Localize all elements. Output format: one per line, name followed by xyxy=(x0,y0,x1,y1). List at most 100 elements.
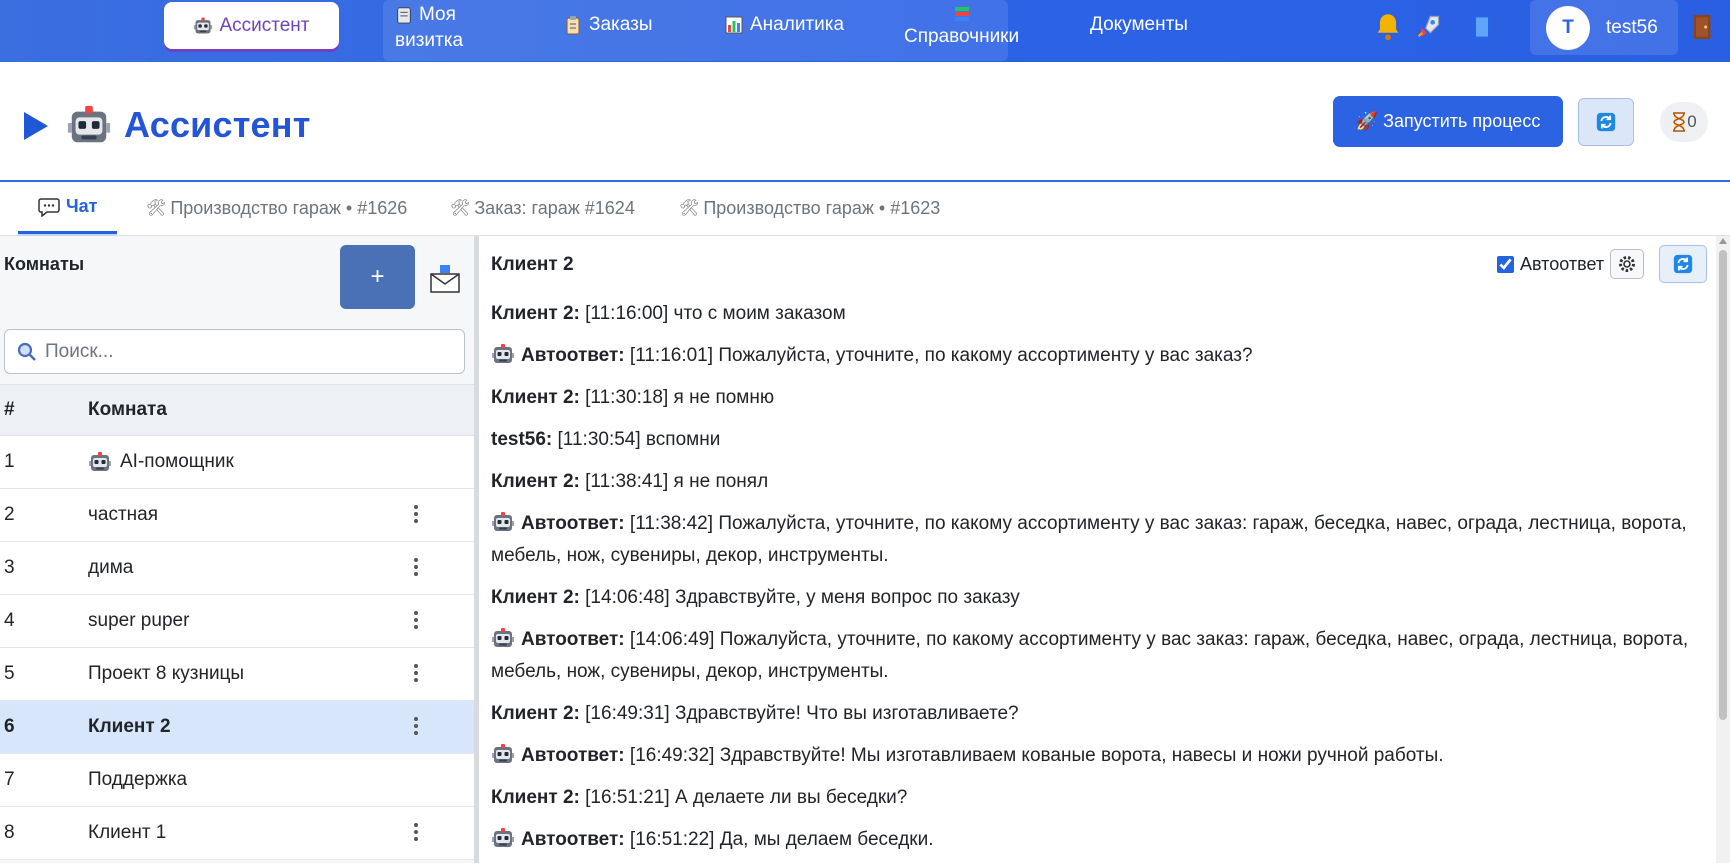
table-row[interactable]: 8 Клиент 1 xyxy=(0,807,474,860)
nav-directories[interactable]: Справочники xyxy=(904,4,1019,50)
gear-icon xyxy=(1619,256,1635,272)
tab-chat[interactable]: Чат xyxy=(18,182,118,234)
user-menu[interactable]: T test56 xyxy=(1530,0,1678,55)
refresh-icon xyxy=(1595,111,1617,133)
clipboard-icon xyxy=(566,16,580,35)
row-room: дима xyxy=(88,557,134,578)
add-room-button[interactable]: + xyxy=(340,245,415,309)
scroll-up-arrow-icon[interactable] xyxy=(1719,238,1727,244)
row-room: Клиент 1 xyxy=(88,822,167,843)
message-time: [11:16:01] xyxy=(629,345,714,366)
row-num: 1 xyxy=(4,451,15,472)
message-text: Да, мы делаем беседки. xyxy=(719,829,934,850)
message-author: Автоответ: xyxy=(521,829,625,850)
book-icon[interactable] xyxy=(1470,12,1494,42)
table-row[interactable]: 5 Проект 8 кузницы xyxy=(0,648,474,701)
nav-assistant[interactable]: Ассистент xyxy=(164,2,339,49)
logout-door-icon[interactable] xyxy=(1690,12,1714,42)
refresh-icon xyxy=(1672,253,1694,275)
refresh-button[interactable] xyxy=(1578,98,1634,146)
message: Клиент 2: [14:06:48] Здравствуйте, у мен… xyxy=(491,582,1691,614)
nav-orders[interactable]: Заказы xyxy=(563,12,653,38)
table-row[interactable]: 7 Поддержка xyxy=(0,754,474,807)
message-author: Клиент 2: xyxy=(491,303,580,324)
message-time: [14:06:49] xyxy=(629,629,715,650)
row-room: Клиент 2 xyxy=(88,716,171,737)
robot-icon xyxy=(193,16,213,36)
robot-icon xyxy=(491,342,515,366)
message-author: Клиент 2: xyxy=(491,787,580,808)
launch-process-button[interactable]: 🚀 Запустить процесс xyxy=(1333,96,1563,147)
tab-order-1624[interactable]: 🛠 Заказ: гараж #1624 xyxy=(450,182,635,234)
row-menu-icon[interactable] xyxy=(410,503,422,527)
row-num: 4 xyxy=(4,610,15,631)
autoreply-checkbox[interactable] xyxy=(1497,256,1514,273)
row-menu-icon[interactable] xyxy=(410,821,422,845)
robot-icon xyxy=(66,102,112,148)
tab-production-1626[interactable]: 🛠 Производство гараж • #1626 xyxy=(146,182,407,234)
mailbox-icon[interactable] xyxy=(428,262,462,296)
chat-title: Клиент 2 xyxy=(491,254,574,275)
notepad-icon xyxy=(397,7,411,24)
tab-production-1623[interactable]: 🛠 Производство гараж • #1623 xyxy=(679,182,940,234)
nav-card-line2: визитка xyxy=(395,30,464,51)
message-author: Автоответ: xyxy=(521,345,625,366)
robot-icon xyxy=(491,626,515,650)
bell-icon[interactable] xyxy=(1374,12,1402,42)
table-row[interactable]: 2 частная xyxy=(0,489,474,542)
message: test56: [11:30:54] вспомни xyxy=(491,424,1691,456)
nav-documents-label: Документы xyxy=(1090,14,1188,35)
message-time: [11:16:00] xyxy=(585,303,669,324)
message-time: [11:30:18] xyxy=(585,387,669,408)
message-text: что с моим заказом xyxy=(673,303,846,324)
autoreply-settings-button[interactable] xyxy=(1610,249,1644,279)
message-author: Клиент 2: xyxy=(491,587,580,608)
message-text: я не помню xyxy=(673,387,775,408)
message-time: [11:38:42] xyxy=(629,513,714,534)
nav-analytics-label: Аналитика xyxy=(750,14,845,35)
message-time: [16:51:22] xyxy=(629,829,715,850)
autoreply-toggle[interactable]: Автоответ xyxy=(1497,254,1604,275)
message: Автоответ: [11:38:42] Пожалуйста, уточни… xyxy=(491,508,1691,572)
search-field[interactable] xyxy=(4,329,465,374)
nav-directories-label: Справочники xyxy=(904,26,1020,47)
message: Автоответ: [16:49:32] Здравствуйте! Мы и… xyxy=(491,740,1691,772)
message-text: Здравствуйте! Мы изготавливаем кованые в… xyxy=(719,745,1444,766)
table-row-selected[interactable]: 6 Клиент 2 xyxy=(0,701,474,754)
chat-refresh-button[interactable] xyxy=(1659,245,1707,283)
message: Клиент 2: [16:49:31] Здравствуйте! Что в… xyxy=(491,698,1691,730)
message-text: А делаете ли вы беседки? xyxy=(674,787,908,808)
tab-bar: Чат 🛠 Производство гараж • #1626 🛠 Заказ… xyxy=(0,182,1730,236)
tab-production-1626-label: Производство гараж • #1626 xyxy=(170,197,408,218)
robot-icon xyxy=(491,826,515,850)
collapse-toggle-icon[interactable] xyxy=(24,112,48,140)
nav-business-card[interactable]: Моя визитка xyxy=(395,2,463,54)
page-header: Ассистент 🚀 Запустить процесс 0 xyxy=(0,62,1730,182)
row-room: частная xyxy=(88,504,159,525)
rocket-icon[interactable] xyxy=(1414,12,1442,42)
row-menu-icon[interactable] xyxy=(410,556,422,580)
nav-analytics[interactable]: Аналитика xyxy=(724,12,844,38)
row-menu-icon[interactable] xyxy=(410,715,422,739)
message: Клиент 2: [11:38:41] я не понял xyxy=(491,466,1691,498)
message: Автоответ: [14:06:49] Пожалуйста, уточни… xyxy=(491,624,1691,688)
message-text: я не понял xyxy=(673,471,769,492)
table-header: # Комната xyxy=(0,384,474,436)
bar-chart-icon xyxy=(725,16,743,34)
scroll-thumb[interactable] xyxy=(1719,250,1727,720)
timer-badge[interactable]: 0 xyxy=(1660,102,1708,142)
table-row[interactable]: 4 super puper xyxy=(0,595,474,648)
rooms-table: # Комната 1 AI-помощник 2 частная 3 дима… xyxy=(0,384,474,860)
robot-icon xyxy=(491,510,515,534)
search-input[interactable] xyxy=(45,340,445,363)
table-row[interactable]: 3 дима xyxy=(0,542,474,595)
row-num: 2 xyxy=(4,504,15,525)
row-menu-icon[interactable] xyxy=(410,609,422,633)
message-time: [14:06:48] xyxy=(585,587,670,608)
message: Клиент 2: [11:30:18] я не помню xyxy=(491,382,1691,414)
nav-orders-label: Заказы xyxy=(589,14,653,35)
row-menu-icon[interactable] xyxy=(410,662,422,686)
nav-documents[interactable]: Документы xyxy=(1090,12,1188,38)
chat-scrollbar[interactable] xyxy=(1716,236,1730,863)
table-row[interactable]: 1 AI-помощник xyxy=(0,436,474,489)
